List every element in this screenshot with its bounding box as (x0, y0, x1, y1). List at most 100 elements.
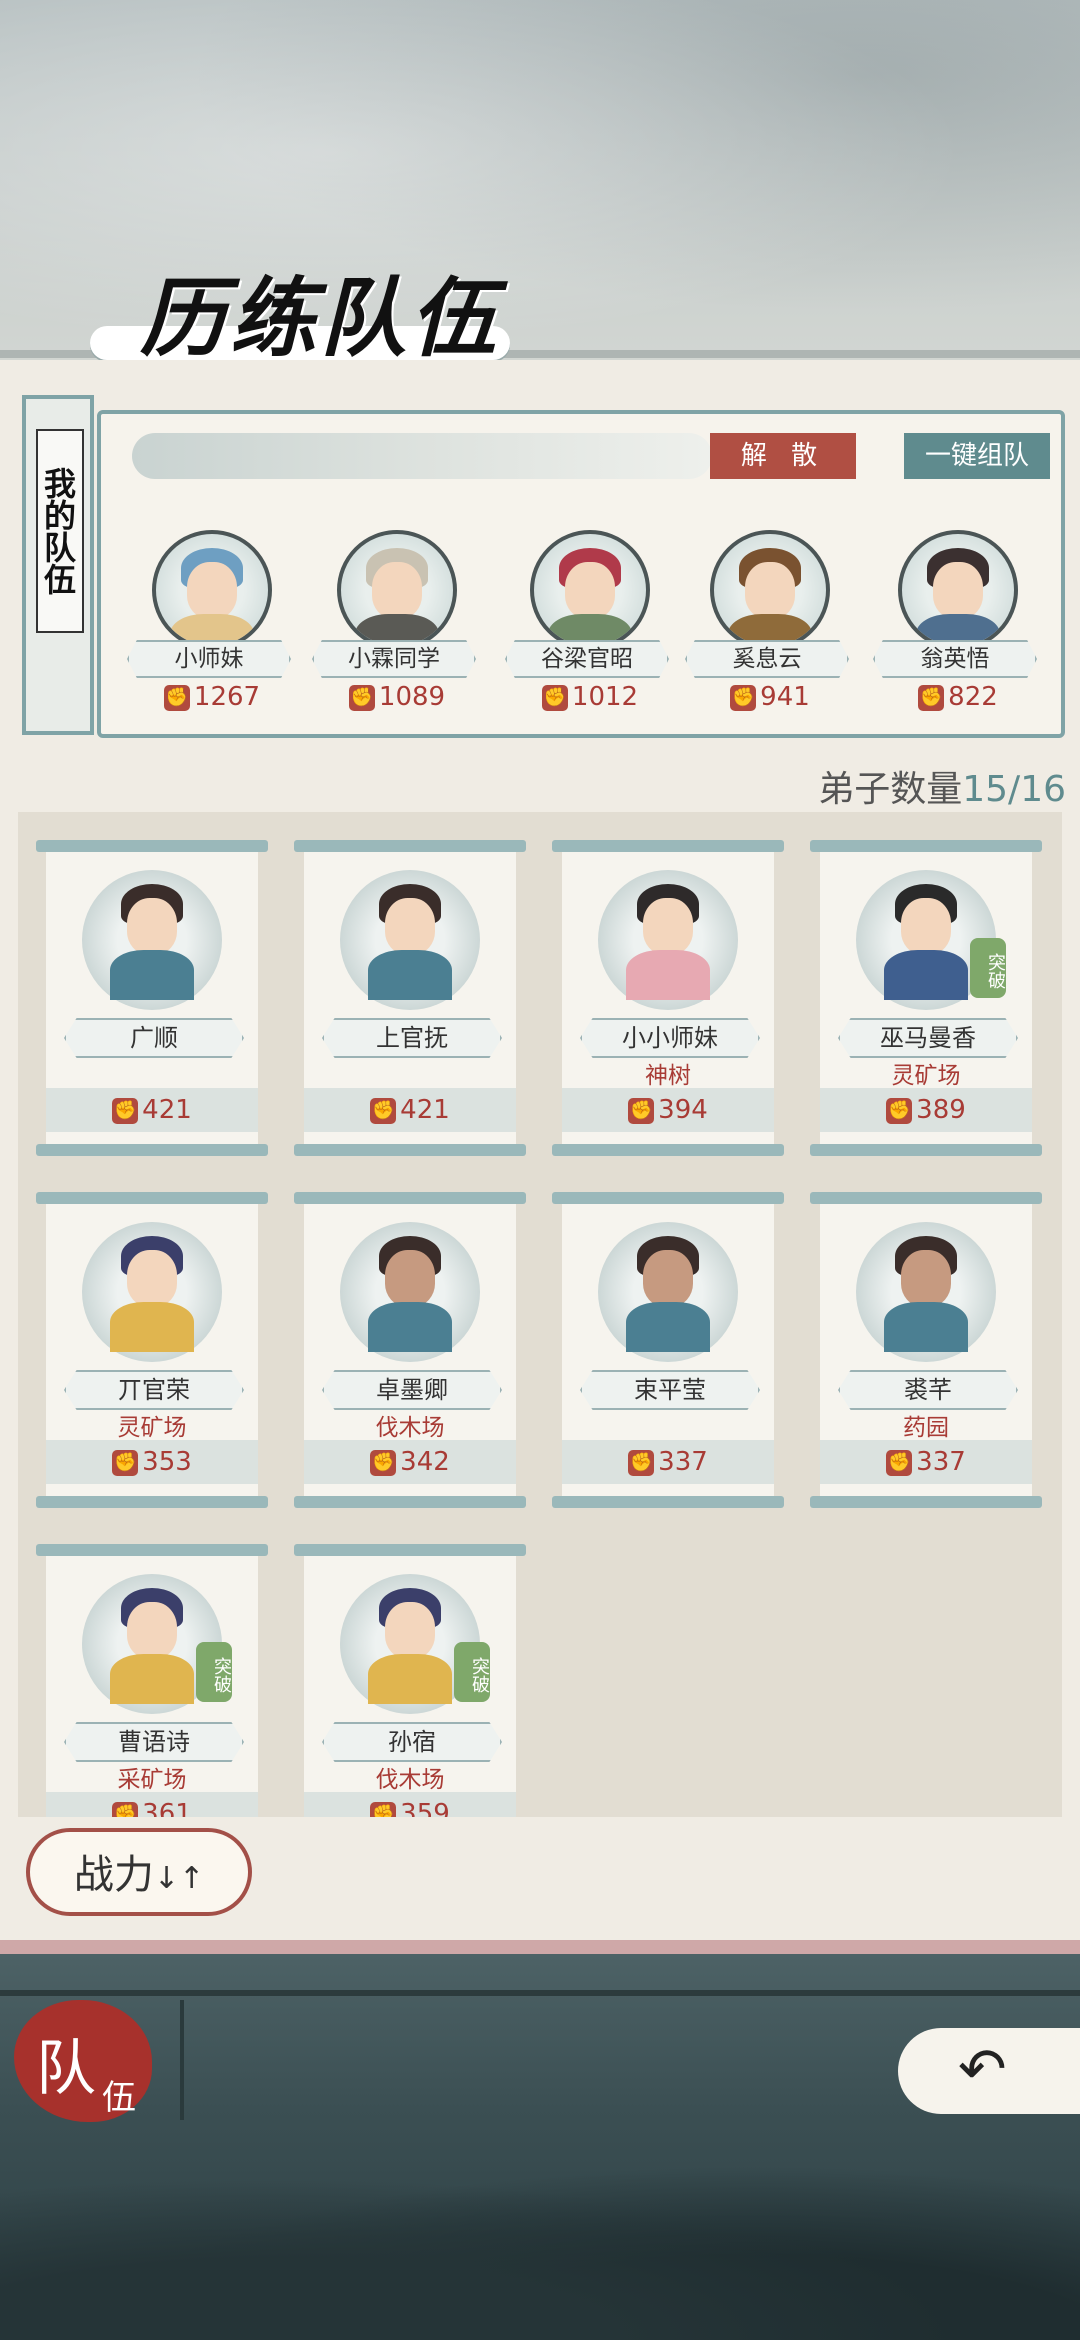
disciple-name: 广顺 (64, 1018, 244, 1058)
disciple-name: 上官抚 (322, 1018, 502, 1058)
member-avatar (898, 530, 1018, 650)
power-icon: ✊ (112, 1801, 139, 1817)
auto-team-button[interactable]: 一键组队 (904, 433, 1050, 479)
member-avatar (530, 530, 650, 650)
disciple-card[interactable]: 卓墨卿 伐木场 ✊ 342 (294, 1192, 526, 1510)
bottom-stripe (0, 1990, 1080, 1996)
disciple-location: 药园 (903, 1415, 949, 1441)
disciple-power: ✊ 337 (820, 1440, 1032, 1484)
disciple-name: 裘芊 (838, 1370, 1018, 1410)
disciple-card[interactable]: 丌官荣 灵矿场 ✊ 353 (36, 1192, 268, 1510)
disciple-power: ✊ 394 (562, 1088, 774, 1132)
disciple-power: ✊ 421 (46, 1088, 258, 1132)
disciple-power: ✊ 337 (562, 1440, 774, 1484)
disciple-location: 灵矿场 (117, 1415, 187, 1441)
power-icon: ✊ (112, 1097, 139, 1124)
disciple-card[interactable]: 束平莹 ✊ 337 (552, 1192, 784, 1510)
panel-bottom-edge (0, 1940, 1080, 1954)
team-member[interactable]: 翁英悟 ✊ 822 (868, 530, 1038, 730)
back-arrow-icon: ↶ (958, 2035, 1007, 2103)
power-icon: ✊ (886, 1097, 913, 1124)
member-power: ✊ 941 (730, 682, 810, 712)
member-power: ✊ 1012 (541, 682, 639, 712)
disciple-name: 孙宿 (322, 1722, 502, 1762)
disciple-location: 采矿场 (117, 1767, 187, 1793)
tab-team-label-sub: 伍 (102, 2078, 136, 2118)
disciple-card[interactable]: 突破 曹语诗 采矿场 ✊ 361 (36, 1544, 268, 1817)
power-icon: ✊ (886, 1449, 913, 1476)
disciple-portrait (82, 870, 222, 1010)
team-member[interactable]: 奚息云 ✊ 941 (680, 530, 850, 730)
disciple-power: ✊ 342 (304, 1440, 516, 1484)
disciple-portrait (856, 1222, 996, 1362)
team-member[interactable]: 小师妹 ✊ 1267 (122, 530, 292, 730)
power-icon: ✊ (112, 1449, 139, 1476)
tab-divider (180, 2000, 184, 2120)
member-name: 翁英悟 (873, 640, 1037, 678)
back-button[interactable]: ↶ (898, 2028, 1080, 2114)
disciple-location: 灵矿场 (891, 1063, 961, 1089)
disciple-grid: 广顺 ✊ 421 上官抚 ✊ 421 小小师妹 神树 ✊ 394 突破 巫马曼香 灵矿… (18, 812, 1062, 1817)
disciple-name: 小小师妹 (580, 1018, 760, 1058)
page-title: 历练队伍 (140, 268, 500, 369)
disband-button[interactable]: 解 散 (710, 433, 856, 479)
power-icon: ✊ (628, 1097, 655, 1124)
power-icon: ✊ (348, 684, 375, 711)
sort-label: 战力 (73, 1852, 154, 1898)
sort-arrows-icon: ↓↑ (153, 1861, 205, 1896)
member-avatar (152, 530, 272, 650)
disciple-name: 巫马曼香 (838, 1018, 1018, 1058)
member-power: ✊ 1267 (163, 682, 261, 712)
disciple-card[interactable]: 小小师妹 神树 ✊ 394 (552, 840, 784, 1158)
disciple-count: 弟子数量15/16 (818, 769, 1066, 810)
tab-team-label-main: 队 (36, 2034, 96, 2104)
power-icon: ✊ (918, 684, 945, 711)
disciple-name: 丌官荣 (64, 1370, 244, 1410)
team-name-bar (132, 433, 712, 479)
disciple-power: ✊ 389 (820, 1088, 1032, 1132)
my-team-section: 我的队伍 解 散 一键组队 小师妹 ✊ 1267 小霖同学 ✊ 1089 谷梁官昭 … (22, 395, 1065, 740)
title-banner: 历练队伍 (90, 240, 510, 370)
breakthrough-badge: 突破 (970, 938, 1006, 998)
disciple-name: 卓墨卿 (322, 1370, 502, 1410)
power-icon: ✊ (628, 1449, 655, 1476)
power-icon: ✊ (730, 684, 757, 711)
member-name: 小师妹 (127, 640, 291, 678)
disciple-power: ✊ 359 (304, 1792, 516, 1817)
disciple-power: ✊ 353 (46, 1440, 258, 1484)
disciple-location: 伐木场 (375, 1415, 445, 1441)
power-icon: ✊ (370, 1801, 397, 1817)
disciple-card[interactable]: 裘芊 药园 ✊ 337 (810, 1192, 1042, 1510)
team-label-tag: 我的队伍 (22, 395, 94, 735)
disciple-power: ✊ 421 (304, 1088, 516, 1132)
disciple-portrait (340, 870, 480, 1010)
disciple-portrait (82, 1222, 222, 1362)
team-member[interactable]: 谷梁官昭 ✊ 1012 (500, 530, 670, 730)
member-name: 奚息云 (685, 640, 849, 678)
power-icon: ✊ (370, 1097, 397, 1124)
disciple-location: 伐木场 (375, 1767, 445, 1793)
tab-team[interactable]: 队 伍 (14, 2000, 154, 2122)
disciple-name: 曹语诗 (64, 1722, 244, 1762)
power-icon: ✊ (163, 684, 190, 711)
disciple-portrait (598, 1222, 738, 1362)
member-avatar (337, 530, 457, 650)
disciple-card[interactable]: 突破 巫马曼香 灵矿场 ✊ 389 (810, 840, 1042, 1158)
power-icon: ✊ (541, 684, 568, 711)
sort-by-power-button[interactable]: 战力↓↑ (26, 1828, 252, 1916)
disciple-location: 神树 (645, 1063, 691, 1089)
disciple-card[interactable]: 广顺 ✊ 421 (36, 840, 268, 1158)
breakthrough-badge: 突破 (454, 1642, 490, 1702)
power-icon: ✊ (370, 1449, 397, 1476)
disciple-card[interactable]: 上官抚 ✊ 421 (294, 840, 526, 1158)
team-label-text: 我的队伍 (36, 429, 84, 633)
member-name: 小霖同学 (312, 640, 476, 678)
member-avatar (710, 530, 830, 650)
disciple-portrait (598, 870, 738, 1010)
breakthrough-badge: 突破 (196, 1642, 232, 1702)
member-power: ✊ 822 (918, 682, 998, 712)
disciple-card[interactable]: 突破 孙宿 伐木场 ✊ 359 (294, 1544, 526, 1817)
disciple-power: ✊ 361 (46, 1792, 258, 1817)
team-member[interactable]: 小霖同学 ✊ 1089 (307, 530, 477, 730)
member-name: 谷梁官昭 (505, 640, 669, 678)
